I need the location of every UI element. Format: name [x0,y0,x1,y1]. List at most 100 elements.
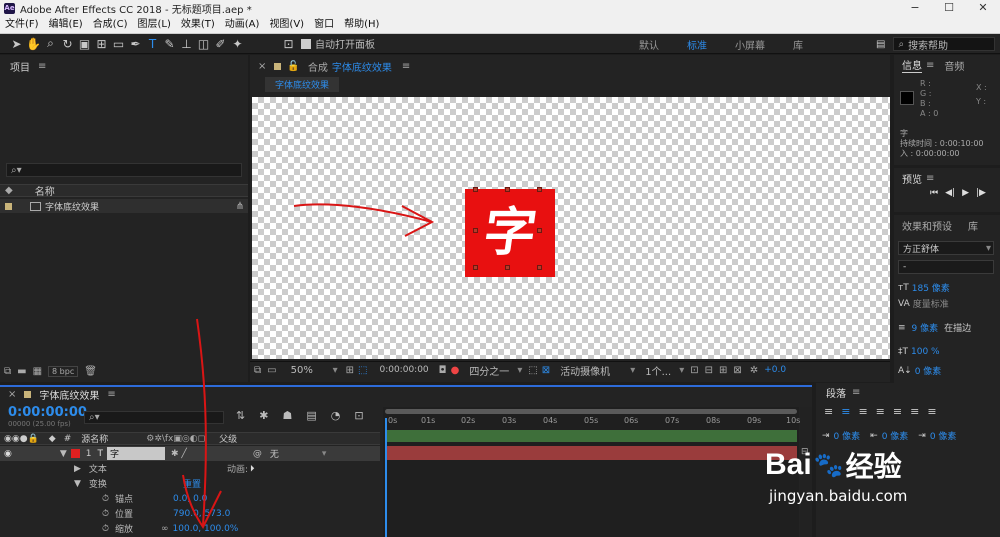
right-indent-icon[interactable]: ⇤ [870,431,878,441]
justify-center-icon[interactable]: ≡ [893,405,902,418]
camera-dropdown[interactable]: 活动摄像机 [560,363,630,378]
roi-icon[interactable]: ⬚ [528,365,537,376]
paragraph-title[interactable]: 段落 [826,385,846,400]
always-preview-icon[interactable]: ⧉ [254,365,261,376]
menu-help[interactable]: 帮助(H) [339,16,384,34]
auto-open-checkbox[interactable] [301,38,311,49]
region-of-interest-icon[interactable]: ⬚ [358,365,367,376]
workspace-small-screen[interactable]: 小屏幕 [721,37,779,52]
preview-title[interactable]: 预览 [902,171,922,186]
search-help-input[interactable]: ⌕ 搜索帮助 [893,37,996,52]
views-dropdown[interactable]: 1个... [645,363,679,378]
type-tool-icon[interactable]: T [144,35,161,53]
monitor-icon[interactable]: ▭ [267,365,276,376]
transform-handle[interactable] [473,265,478,270]
effects-presets-tab[interactable]: 效果和预设 [902,218,952,233]
stopwatch-icon[interactable]: ⏱ [102,524,109,534]
sync-icon[interactable]: ▤ [876,39,885,50]
project-item-row[interactable]: 字体底纹效果 ⋔ [0,199,248,213]
eraser-tool-icon[interactable]: ◫ [195,35,212,53]
timeline-graph[interactable] [383,407,799,537]
transform-handle[interactable] [505,187,510,192]
workspace-standard[interactable]: 标准 [673,37,721,52]
menu-composition[interactable]: 合成(C) [88,16,133,34]
stopwatch-icon[interactable]: ⏱ [102,494,109,504]
transform-handle[interactable] [505,265,510,270]
animate-menu-icon[interactable]: ⏵ [250,464,255,474]
menu-edit[interactable]: 编辑(E) [44,16,88,34]
comp-mini-flowchart-icon[interactable]: ⇅ [236,409,245,422]
project-search-input[interactable]: ⌕▾ [6,163,242,177]
close-button[interactable]: ✕ [966,0,1000,16]
label-tag-icon[interactable]: ◆ [5,185,13,196]
panel-menu-icon[interactable]: ≡ [402,61,410,72]
first-frame-icon[interactable]: ⏮ [930,188,938,198]
menu-view[interactable]: 视图(V) [264,16,309,34]
align-center-icon[interactable]: ≡ [841,405,850,418]
maximize-button[interactable]: ☐ [932,0,966,16]
layer-name[interactable]: 字 [107,447,166,460]
exposure-value[interactable]: +0.0 [764,365,786,375]
lock-icon[interactable]: 🔓 [287,61,299,72]
stroke-width-field[interactable]: ≡ 9 像素 在描边 [898,321,971,335]
tracking-field[interactable]: VA 度量标准 [898,297,949,311]
play-icon[interactable]: ▶ [962,188,969,198]
puppet-tool-icon[interactable]: ✦ [229,35,246,53]
right-indent-value[interactable]: 0 像素 [882,429,909,442]
baseline-shift-field[interactable]: A⇣ 0 像素 [898,364,941,378]
clone-stamp-tool-icon[interactable]: ⊥ [178,35,195,53]
timeline-current-time[interactable]: 0:00:00:00 00000 (25.00 fps) [8,405,87,428]
brush-tool-icon[interactable]: ✎ [161,35,178,53]
snapshot-icon[interactable]: ◘ [439,365,447,376]
shy-icon[interactable]: ☗ [282,409,292,422]
layer-duration-bar[interactable] [385,446,797,460]
visibility-icon[interactable]: ◉ [4,449,12,459]
transform-handle[interactable] [537,228,542,233]
vertical-scale-field[interactable]: ‡T 100 % [898,347,940,357]
panel-menu-icon[interactable]: ≡ [38,61,46,72]
first-line-indent-icon[interactable]: ⇥ [918,431,926,441]
timeline-icon[interactable]: ⊞ [719,365,727,376]
panel-menu-icon[interactable]: ≡ [926,60,934,71]
left-indent-icon[interactable]: ⇥ [822,431,830,441]
panel-menu-icon[interactable]: ≡ [107,389,115,400]
close-tab-icon[interactable]: × [258,61,266,72]
frame-blending-icon[interactable]: ▤ [306,409,316,422]
pan-behind-tool-icon[interactable]: ⊞ [93,35,110,53]
menu-window[interactable]: 窗口 [309,16,339,34]
panel-menu-icon[interactable]: ≡ [852,387,860,398]
delete-icon[interactable]: 🗑 [84,366,97,377]
toggle-pixel-icon[interactable]: ⊡ [690,365,698,376]
rotate-tool-icon[interactable]: ↻ [59,35,76,53]
transparency-grid-icon[interactable]: ⊠ [542,365,550,376]
menu-file[interactable]: 文件(F) [0,16,44,34]
transform-handle[interactable] [473,187,478,192]
project-panel-title[interactable]: 项目 [10,59,30,74]
minimize-button[interactable]: − [898,0,932,16]
hierarchy-icon[interactable]: ⋔ [236,201,244,212]
flowchart-icon[interactable]: ⊠ [733,365,741,376]
graph-editor-icon[interactable]: ⊡ [354,409,363,422]
column-source-name[interactable]: 源名称 [81,432,108,445]
composition-tab-name[interactable]: 字体底纹效果 [332,59,392,74]
roto-brush-tool-icon[interactable]: ✐ [212,35,229,53]
new-composition-icon[interactable]: ▦ [33,366,42,377]
align-right-icon[interactable]: ≡ [858,405,867,418]
text-layer-solid[interactable]: 字 [465,189,555,277]
parent-dropdown[interactable]: 无 [270,447,322,460]
timeline-tab-name[interactable]: 字体底纹效果 [39,387,99,402]
motion-blur-icon[interactable]: ◔ [331,409,341,422]
color-channels-icon[interactable]: ● [451,365,460,376]
library-tab[interactable]: 库 [968,218,978,233]
stopwatch-icon[interactable]: ⏱ [102,509,109,519]
justify-all-icon[interactable]: ≡ [927,405,936,418]
expand-chevron-icon[interactable]: ▼ [60,449,67,459]
pen-tool-icon[interactable]: ✒ [127,35,144,53]
zoom-dropdown[interactable]: 50% [291,365,333,376]
fit-icon[interactable]: ⊞ [346,365,354,376]
menu-effect[interactable]: 效果(T) [176,16,220,34]
parent-pickwhip-icon[interactable]: @ [253,449,262,459]
audio-tab[interactable]: 音频 [944,58,964,73]
current-time-indicator[interactable] [385,418,387,537]
selection-tool-icon[interactable]: ➤ [8,35,25,53]
